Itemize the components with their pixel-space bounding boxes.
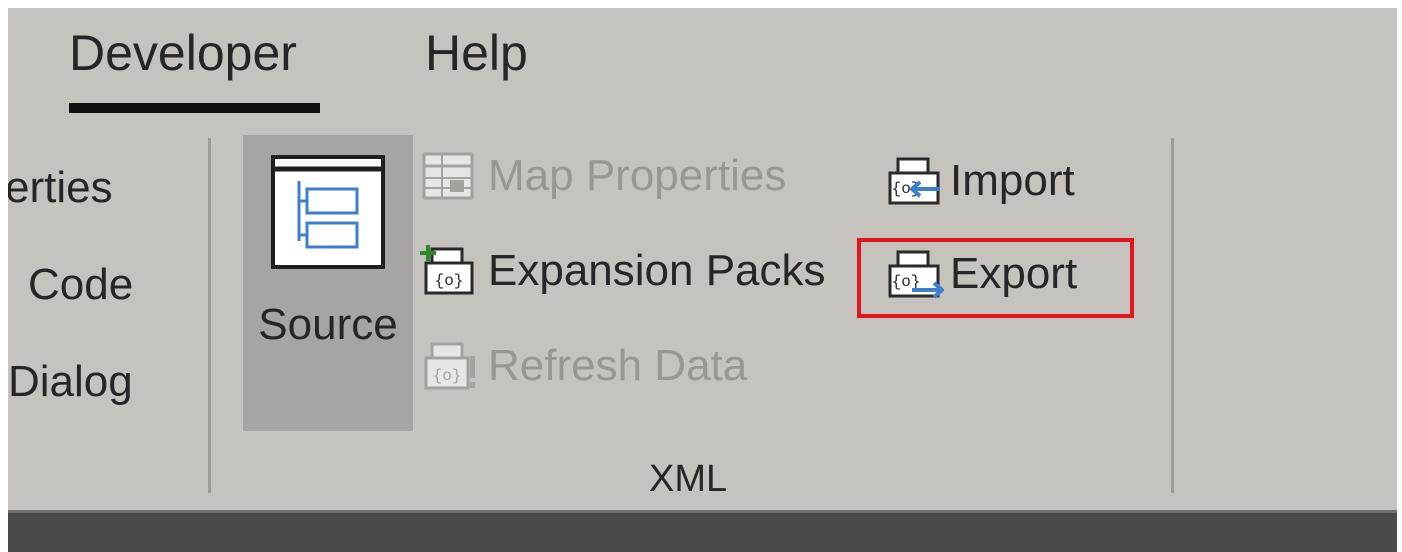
tab-developer[interactable]: Developer	[69, 28, 297, 78]
view-code-label: Code	[28, 260, 134, 309]
source-label: Source	[258, 300, 398, 349]
properties-button[interactable]: erties	[8, 166, 113, 210]
map-properties-grid-icon	[418, 148, 478, 204]
expansion-packs-icon: {o}	[418, 243, 478, 299]
refresh-data-button: {o} Refresh Data	[418, 338, 747, 394]
svg-text:{o}: {o}	[435, 272, 464, 290]
tab-help[interactable]: Help	[425, 28, 528, 78]
svg-text:{o}: {o}	[433, 367, 462, 385]
xml-source-pane-icon	[269, 153, 387, 271]
refresh-data-icon: {o}	[418, 338, 478, 394]
run-dialog-button[interactable]: Dialog	[8, 360, 133, 404]
active-tab-underline	[69, 103, 320, 113]
xml-export-icon: {o}	[884, 246, 944, 302]
export-label: Export	[950, 249, 1078, 298]
map-properties-button: Map Properties	[418, 148, 786, 204]
expansion-packs-button[interactable]: {o} Expansion Packs	[418, 243, 826, 299]
expansion-packs-label: Expansion Packs	[488, 246, 826, 295]
properties-label: erties	[8, 163, 113, 212]
group-separator	[1171, 138, 1174, 493]
xml-group-label: XML	[649, 458, 728, 500]
export-button[interactable]: {o} Export	[884, 246, 1077, 302]
view-code-button[interactable]: Code	[28, 263, 133, 307]
source-button[interactable]: Source	[243, 135, 413, 431]
group-separator	[208, 138, 211, 493]
import-button[interactable]: {o} Import	[884, 153, 1075, 209]
import-label: Import	[950, 156, 1075, 205]
refresh-data-label: Refresh Data	[488, 341, 748, 390]
ribbon: Developer Help erties Code Dialog Source	[8, 8, 1397, 510]
bottom-bar	[8, 510, 1397, 552]
xml-import-icon: {o}	[884, 153, 944, 209]
run-dialog-label: Dialog	[8, 357, 133, 406]
map-properties-label: Map Properties	[488, 151, 787, 200]
